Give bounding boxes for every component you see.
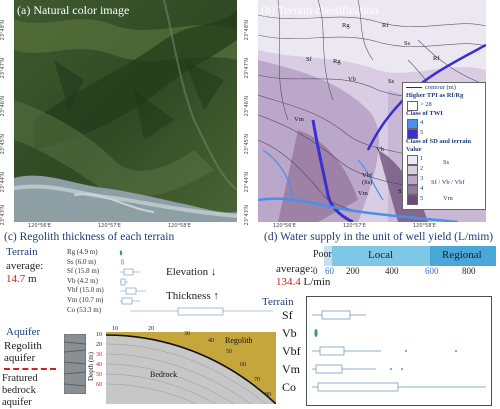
map-label: Ss <box>404 40 411 47</box>
legend-twi-head: Class of TWI <box>406 110 443 117</box>
bedrock-label: Bedrock <box>150 370 178 379</box>
legend-contour: contour (m) <box>403 83 485 92</box>
d-terrain-row: Co <box>282 380 297 394</box>
regolith-label: Regolith <box>225 336 253 345</box>
panel-d-title: (d) Water supply in the unit of well yie… <box>264 231 494 243</box>
aquifer-divider <box>4 368 56 370</box>
average-label: average: <box>6 260 44 272</box>
up-arrow-icon: ↑ <box>213 290 219 302</box>
sd5-swatch <box>407 195 418 205</box>
legend-sd-row: 3 Sf / Vb / Vbf <box>403 174 485 186</box>
thickness-rows: Rg (4.9 m) Ss (6.0 m) Sf (15.8 m) Vb (4.… <box>67 248 104 315</box>
thickness-row: Rg (4.9 m) <box>67 248 98 256</box>
lat-tick: 23°44'N <box>244 172 250 193</box>
bedrock-aquifer-label: Fratured bedrock aquifer <box>2 373 38 408</box>
lon-tick: 120°58'E <box>168 223 191 229</box>
panel-a: (a) Natural color image 120°56'E <box>14 0 237 222</box>
lat-tick: 23°47'N <box>244 58 250 79</box>
d-average-value: 134.4 L/min <box>276 276 331 288</box>
map-label: Vm <box>358 190 368 197</box>
contour-line-icon <box>406 87 422 88</box>
legend-sd-row: 5 Vm <box>403 194 485 205</box>
elevation-label: Elevation ↓ <box>166 266 217 278</box>
d-terrain-row: Vb <box>282 326 297 340</box>
d-terrain-row: Sf <box>282 308 293 322</box>
lat-tick: 23°47'N <box>0 58 6 79</box>
lat-tick: 23°45'N <box>244 134 250 155</box>
thickness-row: Vbf (15.0 m) <box>67 286 104 295</box>
legend-sd-row: 4 <box>403 184 485 195</box>
lon-tick: 120°57'E <box>343 223 366 229</box>
lat-tick: 23°46'N <box>0 96 6 117</box>
terrain-label: Terrain <box>6 246 38 258</box>
lon-tick: 120°56'E <box>273 223 296 229</box>
legend-tpi-head: Higher TPI as Rf/Rg <box>406 92 464 99</box>
lat-tick: 23°43'N <box>0 205 6 226</box>
map-legend: contour (m) Higher TPI as Rf/Rg > 28 Cla… <box>402 82 486 210</box>
poor-label: Poor <box>313 249 332 260</box>
d-terrain-row: Vm <box>282 362 300 376</box>
lon-tick: 120°58'E <box>413 223 436 229</box>
map-label: Rg <box>342 22 350 29</box>
d-average-label: average: <box>276 263 314 275</box>
thickness-row: Vm (10.7 m) <box>67 295 104 304</box>
average-value: 14.7 m <box>6 273 37 285</box>
panel-b: (b) Terrain classification Rg Rf Ss Sf R… <box>258 0 486 222</box>
yield-scale-bar: Poor Local Regional <box>313 246 496 266</box>
panel-b-title: (b) Terrain classification <box>261 3 379 17</box>
d-terrain-rows: Sf Vb Vbf Vm Co <box>282 308 301 398</box>
lon-tick: 120°56'E <box>28 223 51 229</box>
legend-tpi-row: > 28 <box>403 100 485 111</box>
lat-tick: 23°48'N <box>244 20 250 41</box>
lat-tick: 23°45'N <box>0 134 6 155</box>
legend-twi-row: 4 <box>403 118 485 129</box>
down-arrow-icon: ↓ <box>210 266 217 278</box>
lat-tick: 23°48'N <box>0 20 6 41</box>
map-label: Rg <box>333 58 341 65</box>
thickness-label: Thickness ↑ <box>166 290 219 302</box>
lat-tick: 23°44'N <box>0 172 6 193</box>
lon-tick: 120°56'E <box>28 0 51 4</box>
depth-axis-label: Depth (m) <box>87 352 95 381</box>
map-label: Vb <box>348 76 356 83</box>
depth-ticks: 10 20 30 40 50 60 <box>96 332 102 388</box>
regional-label: Regional <box>442 249 482 261</box>
map-label: Vbf (Ss) <box>362 172 373 186</box>
lat-tick: 23°43'N <box>244 205 250 226</box>
core-sample-image <box>64 334 86 394</box>
map-label: Vm <box>294 116 304 123</box>
thickness-row: Sf (15.8 m) <box>67 267 100 276</box>
panel-a-title: (a) Natural color image <box>17 3 130 17</box>
map-label: Ss <box>388 78 395 85</box>
legend-sd-row: 2 <box>403 164 485 175</box>
map-label: Rf <box>382 22 389 29</box>
thickness-boxplots <box>119 250 273 316</box>
d-terrain-row: Vbf <box>282 344 301 358</box>
lon-tick: 120°57'E <box>98 223 121 229</box>
map-label: Vb <box>376 146 384 153</box>
map-label: Rf <box>433 55 440 62</box>
twi5-swatch <box>407 129 418 139</box>
thickness-row: Ss (6.0 m) <box>67 257 96 266</box>
map-label: Sf <box>306 56 312 63</box>
thickness-row: Vb (4.2 m) <box>67 276 98 285</box>
thickness-row: Co (53.3 m) <box>67 305 102 314</box>
legend-twi-row: 5 <box>403 128 485 139</box>
legend-sd-head: Class of SD and terrain <box>406 138 472 145</box>
d-terrain-label: Terrain <box>262 296 294 308</box>
legend-sd-value-head: Value <box>406 146 422 153</box>
local-label: Local <box>368 249 394 261</box>
yield-boxplots <box>306 296 492 406</box>
tpi-swatch <box>407 101 418 111</box>
regolith-aquifer-label: Regolith aquifer <box>4 340 42 364</box>
aquifer-head: Aquifer <box>6 326 41 338</box>
lat-tick: 23°46'N <box>244 96 250 117</box>
legend-sd-row: 1 Ss <box>403 154 485 166</box>
panel-c-title: (c) Regolith thickness of each terrain <box>4 231 175 243</box>
natural-color-image <box>14 0 237 222</box>
